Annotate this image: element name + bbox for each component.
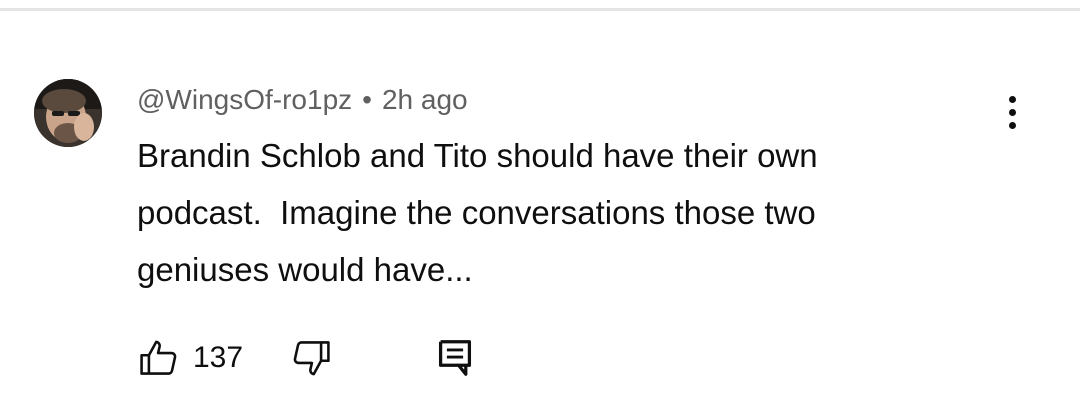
like-button[interactable]: 137 <box>137 336 243 380</box>
reply-button[interactable] <box>437 338 473 378</box>
like-count: 137 <box>193 341 244 374</box>
avatar-image <box>34 79 102 147</box>
thumbs-up-icon <box>140 340 177 375</box>
comment-page: @WingsOf-ro1pz • 2h ago Brandin Schlob a… <box>0 0 1080 419</box>
top-divider <box>0 8 1080 11</box>
reply-comment-icon <box>439 340 472 376</box>
comment-actions: 137 <box>137 334 473 382</box>
author-handle[interactable]: @WingsOf-ro1pz <box>137 84 352 116</box>
avatar[interactable] <box>34 79 102 147</box>
vertical-dots-icon-dot-2 <box>1008 108 1016 116</box>
more-options-button[interactable] <box>992 90 1032 134</box>
comment-timestamp[interactable]: 2h ago <box>382 84 468 116</box>
vertical-dots-icon-dot-3 <box>1008 121 1016 129</box>
thumbs-down-icon <box>293 341 330 376</box>
meta-separator: • <box>362 84 372 115</box>
comment-meta: @WingsOf-ro1pz • 2h ago <box>137 82 468 118</box>
comment-body: Brandin Schlob and Tito should have thei… <box>137 137 818 288</box>
vertical-dots-icon <box>1008 95 1016 103</box>
dislike-button[interactable] <box>289 336 333 380</box>
